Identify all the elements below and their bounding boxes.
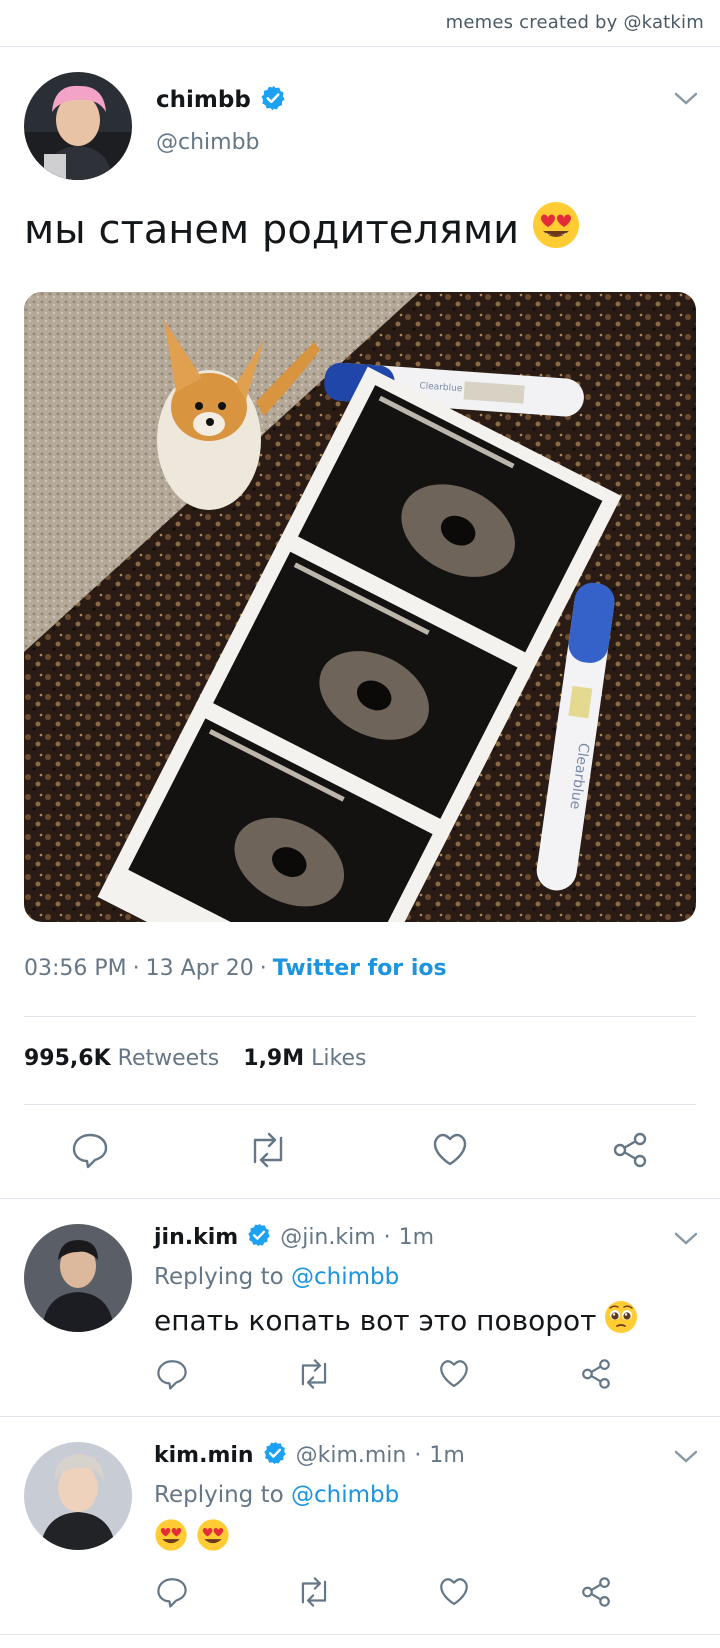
heart-eyes-emoji-icon	[531, 200, 581, 260]
author-handle[interactable]: @chimbb	[156, 130, 260, 155]
tweet-text-row: мы станем родителями	[24, 200, 581, 260]
reply-action-bar	[0, 1352, 720, 1402]
replying-prefix: Replying to	[154, 1264, 284, 1290]
top-divider	[0, 46, 720, 47]
separator-dot: ·	[383, 1224, 391, 1250]
reply-author-handle[interactable]: @kim.min	[296, 1443, 407, 1468]
replying-to: Replying to @chimbb	[154, 1264, 399, 1290]
replying-prefix: Replying to	[154, 1482, 284, 1508]
tweet-stats: 995,6K Retweets 1,9M Likes	[24, 1046, 366, 1071]
reply-author-name[interactable]: kim.min	[154, 1443, 254, 1468]
retweets-label: Retweets	[117, 1046, 220, 1071]
divider	[0, 1634, 720, 1635]
heart-eyes-emoji-icon	[196, 1518, 230, 1559]
tweet-source-link[interactable]: Twitter for ios	[273, 956, 447, 981]
main-action-bar	[0, 1128, 720, 1178]
reply-icon[interactable]	[150, 1570, 194, 1614]
reply-header: jin.kim @jin.kim · 1m	[154, 1222, 434, 1252]
reply-avatar[interactable]	[24, 1224, 132, 1332]
share-icon[interactable]	[608, 1128, 652, 1172]
reply-avatar[interactable]	[24, 1442, 132, 1550]
replying-to-link[interactable]: @chimbb	[291, 1482, 399, 1508]
replying-to: Replying to @chimbb	[154, 1482, 399, 1508]
divider	[0, 1198, 720, 1199]
tweet-date: 13 Apr 20	[145, 956, 254, 981]
reply-header: kim.min @kim.min · 1m	[154, 1440, 465, 1470]
likes-count: 1,9M	[243, 1046, 305, 1071]
chevron-down-icon[interactable]	[672, 88, 700, 108]
retweet-icon[interactable]	[292, 1352, 336, 1396]
meta-separator: ·	[259, 956, 267, 981]
retweet-icon[interactable]	[292, 1570, 336, 1614]
verified-badge-icon	[262, 1440, 288, 1470]
like-icon[interactable]	[432, 1352, 476, 1396]
reply-time: 1m	[429, 1442, 465, 1468]
pleading-face-emoji-icon	[604, 1300, 638, 1341]
chevron-down-icon[interactable]	[672, 1446, 700, 1466]
divider	[24, 1104, 696, 1105]
divider	[24, 1016, 696, 1017]
likes-stat[interactable]: 1,9M Likes	[243, 1046, 366, 1071]
divider	[0, 1416, 720, 1417]
watermark: memes created by @katkim	[445, 12, 704, 33]
meta-separator: ·	[132, 956, 140, 981]
reply-time: 1m	[398, 1224, 435, 1250]
share-icon[interactable]	[574, 1570, 618, 1614]
reply-text: епать копать вот это поворот	[154, 1304, 597, 1337]
reply-icon[interactable]	[150, 1352, 194, 1396]
replying-to-link[interactable]: @chimbb	[291, 1264, 399, 1290]
heart-eyes-emoji-icon	[154, 1518, 188, 1559]
retweets-count: 995,6K	[24, 1046, 111, 1071]
like-icon[interactable]	[428, 1128, 472, 1172]
tweet-photo[interactable]: Clearblue Clearblue	[24, 292, 696, 922]
reply-author-name[interactable]: jin.kim	[154, 1225, 238, 1250]
tweet-text: мы станем родителями	[24, 207, 520, 253]
tweet-meta: 03:56 PM · 13 Apr 20 · Twitter for ios	[24, 956, 447, 981]
reply-action-bar	[0, 1570, 720, 1620]
retweet-icon[interactable]	[246, 1128, 290, 1172]
share-icon[interactable]	[574, 1352, 618, 1396]
chevron-down-icon[interactable]	[672, 1228, 700, 1248]
reply-author-handle[interactable]: @jin.kim	[280, 1225, 375, 1250]
reply-text-row	[154, 1518, 230, 1559]
author-name[interactable]: chimbb	[156, 87, 251, 113]
avatar[interactable]	[24, 72, 132, 180]
reply-icon[interactable]	[68, 1128, 112, 1172]
verified-badge-icon	[246, 1222, 272, 1252]
like-icon[interactable]	[432, 1570, 476, 1614]
verified-badge-icon	[259, 84, 287, 116]
retweets-stat[interactable]: 995,6K Retweets	[24, 1046, 219, 1071]
likes-label: Likes	[311, 1046, 367, 1071]
tweet-time: 03:56 PM	[24, 956, 127, 981]
reply-text-row: епать копать вот это поворот	[154, 1300, 638, 1341]
separator-dot: ·	[414, 1442, 422, 1468]
